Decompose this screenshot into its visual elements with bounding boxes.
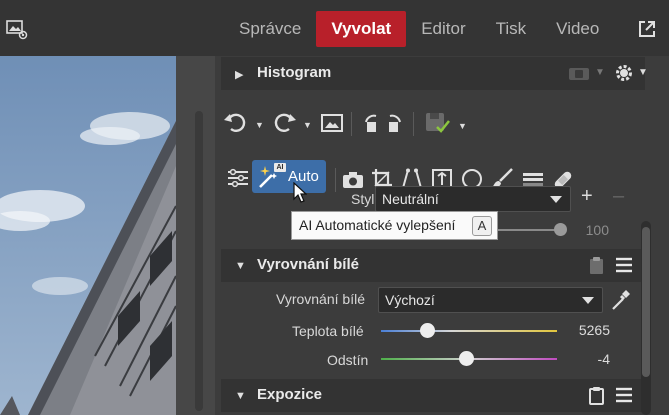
collapse-arrow-icon[interactable]: ▼ <box>235 390 246 402</box>
chevron-down-icon[interactable]: ▼ <box>595 63 605 83</box>
rotate-icon[interactable] <box>363 112 403 136</box>
top-bar: Správce Vyvolat Editor Tisk Video <box>0 0 669 56</box>
toolbar-separator <box>413 112 414 136</box>
camera-icon[interactable] <box>341 170 365 190</box>
wb-mode-dropdown[interactable]: Výchozí <box>378 287 603 313</box>
external-window-icon[interactable] <box>637 19 657 39</box>
tooltip: AI Automatické vylepšení A <box>291 211 498 240</box>
chevron-down-icon[interactable]: ▼ <box>255 115 264 135</box>
menu-icon[interactable] <box>615 387 633 403</box>
tooltip-shortcut-key: A <box>472 216 492 236</box>
temperature-label: Teplota bílé <box>292 323 364 339</box>
expand-arrow-icon[interactable]: ▶ <box>235 68 243 81</box>
chevron-down-icon[interactable]: ▼ <box>458 116 467 136</box>
mode-tabs: Správce Vyvolat Editor Tisk Video <box>224 11 614 47</box>
photo-preview[interactable] <box>0 56 176 415</box>
chevron-down-icon <box>550 196 562 203</box>
histogram-header[interactable]: ▶ Histogram ▼ ▼ <box>221 57 648 90</box>
style-label: Styl <box>351 191 375 207</box>
mouse-cursor-icon <box>293 182 307 203</box>
adjustments-icon[interactable] <box>227 168 249 188</box>
tint-value: -4 <box>597 351 610 367</box>
image-settings-icon[interactable] <box>6 18 28 40</box>
menu-icon[interactable] <box>615 257 633 273</box>
gear-icon[interactable] <box>614 63 634 83</box>
panel-scrollbar-thumb[interactable] <box>642 227 650 377</box>
preview-scrollbar[interactable] <box>195 111 203 411</box>
exposure-title: Expozice <box>257 386 323 403</box>
wb-mode-value: Výchozí <box>385 292 435 308</box>
original-image-icon[interactable] <box>321 113 343 133</box>
strength-slider-track[interactable] <box>495 229 555 231</box>
tab-video[interactable]: Video <box>541 11 614 47</box>
chevron-down-icon[interactable]: ▼ <box>638 63 648 83</box>
plus-icon[interactable]: + <box>581 186 593 206</box>
style-value: Neutrální <box>382 191 439 207</box>
temperature-slider-knob[interactable] <box>420 323 435 338</box>
tab-spravce[interactable]: Správce <box>224 11 316 47</box>
building-photo <box>0 56 176 415</box>
wb-mode-label: Vyrovnání bílé <box>276 291 365 307</box>
panel-scrollbar[interactable] <box>641 221 651 415</box>
ai-auto-enhance-button[interactable]: AI Auto <box>252 160 326 193</box>
white-balance-title: Vyrovnání bílé <box>257 256 359 273</box>
toolbar-separator <box>335 168 336 192</box>
chevron-down-icon <box>582 297 594 304</box>
collapse-arrow-icon[interactable]: ▼ <box>235 260 246 272</box>
histogram-mode-icon[interactable] <box>568 66 590 82</box>
undo-icon[interactable] <box>223 111 249 133</box>
tooltip-text: AI Automatické vylepšení <box>299 217 456 233</box>
strength-slider-knob[interactable] <box>554 223 567 236</box>
temperature-slider-track[interactable] <box>381 330 557 332</box>
white-balance-header[interactable]: ▼ Vyrovnání bílé <box>221 249 645 282</box>
style-dropdown[interactable]: Neutrální <box>375 186 571 212</box>
save-check-icon[interactable] <box>425 112 451 136</box>
exposure-header[interactable]: ▼ Expozice <box>221 379 645 412</box>
toolbar-separator <box>351 112 352 136</box>
side-strip <box>176 56 215 415</box>
tint-slider-knob[interactable] <box>459 351 474 366</box>
temperature-value: 5265 <box>578 322 610 338</box>
copy-settings-icon[interactable] <box>587 256 607 276</box>
redo-icon[interactable] <box>271 111 297 133</box>
ai-badge: AI <box>274 163 286 172</box>
tab-editor[interactable]: Editor <box>406 11 480 47</box>
strength-value: 100 <box>585 222 609 238</box>
eyedropper-icon[interactable] <box>610 288 632 312</box>
tab-vyvolat[interactable]: Vyvolat <box>316 11 407 47</box>
tab-tisk[interactable]: Tisk <box>481 11 542 47</box>
copy-settings-icon[interactable] <box>587 386 607 406</box>
chevron-down-icon[interactable]: ▼ <box>303 115 312 135</box>
histogram-title: Histogram <box>257 64 332 81</box>
tint-label: Odstín <box>327 352 369 368</box>
minus-icon[interactable]: – <box>613 186 624 206</box>
